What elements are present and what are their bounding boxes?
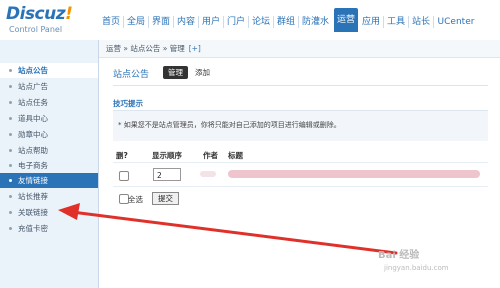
watermark-url: jingyan.baidu.com [384,264,449,272]
annotation-arrow [58,203,398,255]
watermark: Bai 经验 [378,250,420,261]
